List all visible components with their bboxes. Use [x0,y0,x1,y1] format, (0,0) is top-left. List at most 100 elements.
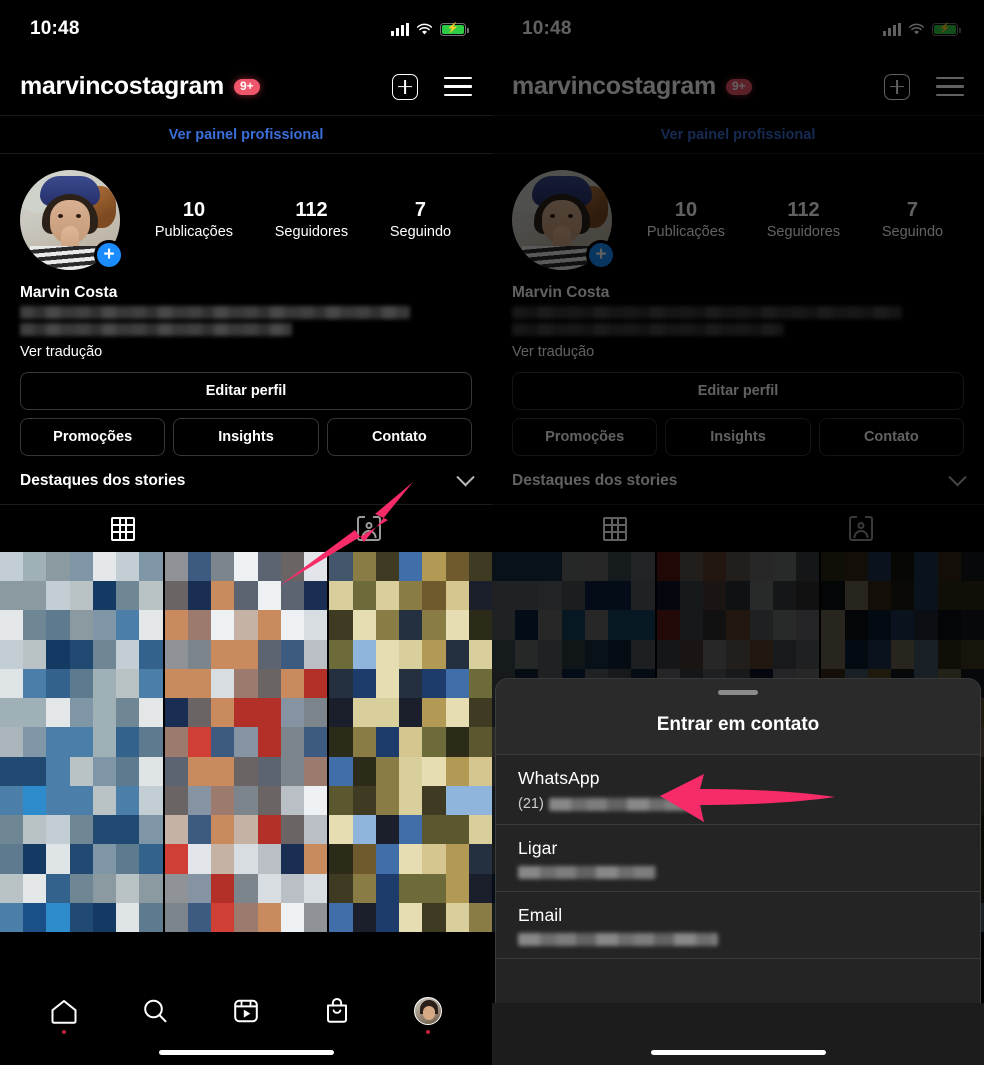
see-translation-link[interactable]: Ver tradução [20,344,472,360]
stat-value: 112 [787,199,820,222]
pro-dashboard-banner[interactable]: Ver painel profissional [0,116,492,154]
insights-button[interactable]: Insights [665,418,811,456]
contact-row-whatsapp[interactable]: WhatsApp (21) [496,755,980,825]
avatar-icon [414,997,443,1025]
panel-contact-sheet-screen: 10:48 ⚡ marvincostagram 9+ Ver painel pr… [492,0,984,1065]
home-indicator [492,1039,984,1065]
promocoes-button[interactable]: Promoções [20,418,166,456]
search-icon [143,999,167,1023]
battery-charging-icon: ⚡ [932,22,961,36]
contact-row-label: WhatsApp [518,768,600,788]
profile-tabs [0,504,492,552]
nav-home[interactable] [42,991,86,1034]
status-time: 10:48 [30,18,80,39]
contact-row-email[interactable]: Email [496,892,980,959]
stat-followers[interactable]: 112 Seguidores [767,198,840,242]
wifi-icon [416,23,433,34]
status-indicators: ⚡ [883,22,961,36]
stat-label: Seguindo [881,224,944,241]
header-username-group[interactable]: marvincostagram 9+ [512,72,752,101]
sheet-grabber[interactable] [718,690,758,695]
grid-photo[interactable] [0,552,163,932]
edit-profile-button[interactable]: Editar perfil [20,372,472,410]
stat-label: Seguindo [389,224,452,241]
stat-posts[interactable]: 10 Publicações [647,198,725,242]
profile-action-buttons: Editar perfil Promoções Insights Contato [492,360,984,456]
promocoes-button[interactable]: Promoções [512,418,658,456]
stat-value: 7 [414,199,427,222]
stat-value: 10 [182,199,206,222]
secondary-buttons-row: Promoções Insights Contato [512,418,964,456]
stat-posts[interactable]: 10 Publicações [155,198,233,242]
nav-profile[interactable] [406,991,450,1034]
status-indicators: ⚡ [391,22,469,36]
pro-dashboard-label: Ver painel profissional [660,126,816,143]
grid-icon [111,516,135,541]
nav-shop[interactable] [315,991,359,1031]
tagged-person-icon [849,516,873,541]
profile-full-name: Marvin Costa [512,284,610,301]
nav-reels[interactable] [224,991,268,1031]
header-username[interactable]: marvincostagram [512,72,716,101]
notification-badge: 9+ [233,78,260,95]
pro-dashboard-banner[interactable]: Ver painel profissional [492,116,984,154]
contato-button[interactable]: Contato [818,418,964,456]
story-highlights-header[interactable]: Destaques dos stories [0,456,492,504]
edit-profile-button[interactable]: Editar perfil [512,372,964,410]
status-bar: 10:48 ⚡ [492,0,984,58]
stat-following[interactable]: 7 Seguindo [390,198,451,242]
panel-profile-screen: 10:48 ⚡ marvincostagram 9+ Ver painel pr… [0,0,492,1065]
bio-redacted-line [512,306,902,319]
add-story-plus-icon[interactable]: + [586,240,616,270]
plus-box-icon[interactable] [392,73,418,100]
chevron-down-icon[interactable] [456,467,475,486]
grid-photo[interactable] [164,552,328,932]
home-indicator [0,1039,492,1065]
profile-tabs [492,504,984,552]
contact-row-value: (21) [518,796,958,812]
stat-value: 7 [906,199,919,222]
tab-tagged[interactable] [738,505,984,552]
tab-grid[interactable] [492,505,738,552]
stat-following[interactable]: 7 Seguindo [882,198,943,242]
tab-grid[interactable] [0,505,246,552]
stat-followers[interactable]: 112 Seguidores [275,198,348,242]
contact-row-ligar[interactable]: Ligar [496,825,980,892]
avatar-wrapper[interactable]: + [512,170,616,270]
profile-action-buttons: Editar perfil Promoções Insights Contato [0,360,492,456]
stat-label: Seguidores [274,224,349,241]
story-highlights-header[interactable]: Destaques dos stories [492,456,984,504]
stat-label: Publicações [154,224,234,241]
contact-row-value [518,933,958,946]
plus-box-icon[interactable] [884,73,910,100]
story-highlights-title: Destaques dos stories [20,472,186,489]
stat-value: 112 [295,199,328,222]
app-header: marvincostagram 9+ [0,58,492,116]
see-translation-link[interactable]: Ver tradução [512,344,964,360]
nav-search[interactable] [133,991,177,1031]
nav-badge-dot [426,1030,431,1034]
avatar-wrapper[interactable]: + [20,170,124,270]
stat-value: 10 [674,199,698,222]
grid-icon [603,516,627,541]
tab-tagged[interactable] [246,505,492,552]
photo-grid [0,552,492,932]
header-username-group[interactable]: marvincostagram 9+ [20,72,260,101]
hamburger-menu-icon[interactable] [936,77,964,96]
profile-section: + 10 Publicações 112 Seguidores 7 Seguin… [0,154,492,360]
insights-button[interactable]: Insights [173,418,319,456]
header-username[interactable]: marvincostagram [20,72,224,101]
tagged-person-icon [357,516,381,541]
pro-dashboard-label: Ver painel profissional [168,126,324,143]
add-story-plus-icon[interactable]: + [94,240,124,270]
status-time: 10:48 [522,18,572,39]
profile-top-row: + 10 Publicações 112 Seguidores 7 Seguin… [512,170,964,270]
contato-button[interactable]: Contato [326,418,472,456]
notification-badge: 9+ [725,78,752,95]
story-highlights-title: Destaques dos stories [512,472,678,489]
grid-photo[interactable] [329,552,492,932]
chevron-down-icon[interactable] [948,467,967,486]
status-bar: 10:48 ⚡ [0,0,492,58]
contact-row-label: Ligar [518,838,558,858]
hamburger-menu-icon[interactable] [444,77,472,96]
